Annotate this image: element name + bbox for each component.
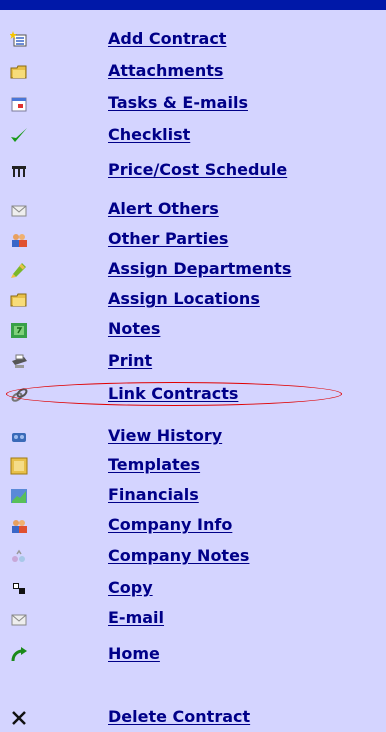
menu-item-attachments[interactable]: Attachments [0,60,386,84]
menu-item-label[interactable]: Company Info [108,515,232,535]
menu-item-label[interactable]: Alert Others [108,199,219,219]
menu-item-company-notes[interactable]: Company Notes [0,545,386,569]
calendar-icon [10,95,28,113]
menu-item-label[interactable]: Checklist [108,125,190,145]
menu-item-label[interactable]: Assign Departments [108,259,291,279]
menu-item-label[interactable]: Attachments [108,61,223,81]
menu-item-price-cost-schedule[interactable]: Price/Cost Schedule [0,159,386,183]
home-arrow-icon [10,646,28,664]
history-icon [10,428,28,446]
people-icon [10,517,28,535]
notes-icon [10,321,28,339]
menu-item-view-history[interactable]: View History [0,425,386,449]
envelope-icon [10,610,28,628]
menu-item-label[interactable]: E-mail [108,608,164,628]
link-icon [10,386,28,404]
menu-item-label[interactable]: Templates [108,455,200,475]
pencil-icon [10,261,28,279]
menu-item-label[interactable]: Other Parties [108,229,228,249]
contract-actions-menu: Add Contract Attachments Tasks & E-mails [0,0,386,732]
checkmark-icon [10,127,28,145]
menu-item-label[interactable]: Copy [108,578,153,598]
menu-item-notes[interactable]: Notes [0,318,386,342]
menu-item-label[interactable]: Home [108,644,160,664]
menu-item-label[interactable]: Add Contract [108,29,226,49]
folder-icon [10,63,28,81]
menu-item-label[interactable]: Tasks & E-mails [108,93,248,113]
menu-item-copy[interactable]: Copy [0,577,386,601]
menu-item-e-mail[interactable]: E-mail [0,607,386,631]
menu-item-label[interactable]: Delete Contract [108,707,250,727]
menu-item-alert-others[interactable]: Alert Others [0,198,386,222]
printer-icon [10,353,28,371]
menu-item-home[interactable]: Home [0,643,386,667]
menu-item-label[interactable]: Assign Locations [108,289,260,309]
company-notes-icon [10,548,28,566]
menu-item-print[interactable]: Print [0,350,386,374]
menu-item-company-info[interactable]: Company Info [0,514,386,538]
templates-icon [10,457,28,475]
menu-item-label[interactable]: Print [108,351,152,371]
menu-item-templates[interactable]: Templates [0,454,386,478]
copy-icon [10,580,28,598]
contract-actions-panel: Add Contract Attachments Tasks & E-mails [0,0,386,732]
menu-item-label[interactable]: Notes [108,319,160,339]
menu-item-assign-departments[interactable]: Assign Departments [0,258,386,282]
delete-x-icon [10,709,28,727]
menu-item-link-contracts[interactable]: Link Contracts [0,383,386,407]
menu-item-label[interactable]: Price/Cost Schedule [108,160,287,180]
menu-item-label[interactable]: Link Contracts [108,384,238,404]
menu-item-delete-contract[interactable]: Delete Contract [0,706,386,730]
menu-item-financials[interactable]: Financials [0,484,386,508]
menu-item-label[interactable]: Company Notes [108,546,249,566]
chart-icon [10,487,28,505]
menu-item-tasks-emails[interactable]: Tasks & E-mails [0,92,386,116]
menu-item-label[interactable]: View History [108,426,222,446]
menu-item-checklist[interactable]: Checklist [0,124,386,148]
menu-item-assign-locations[interactable]: Assign Locations [0,288,386,312]
menu-item-label[interactable]: Financials [108,485,199,505]
people-icon [10,231,28,249]
folder-icon [10,291,28,309]
menu-item-add-contract[interactable]: Add Contract [0,28,386,52]
menu-item-other-parties[interactable]: Other Parties [0,228,386,252]
add-contract-icon [10,31,28,49]
envelope-icon [10,201,28,219]
table-icon [10,162,28,180]
